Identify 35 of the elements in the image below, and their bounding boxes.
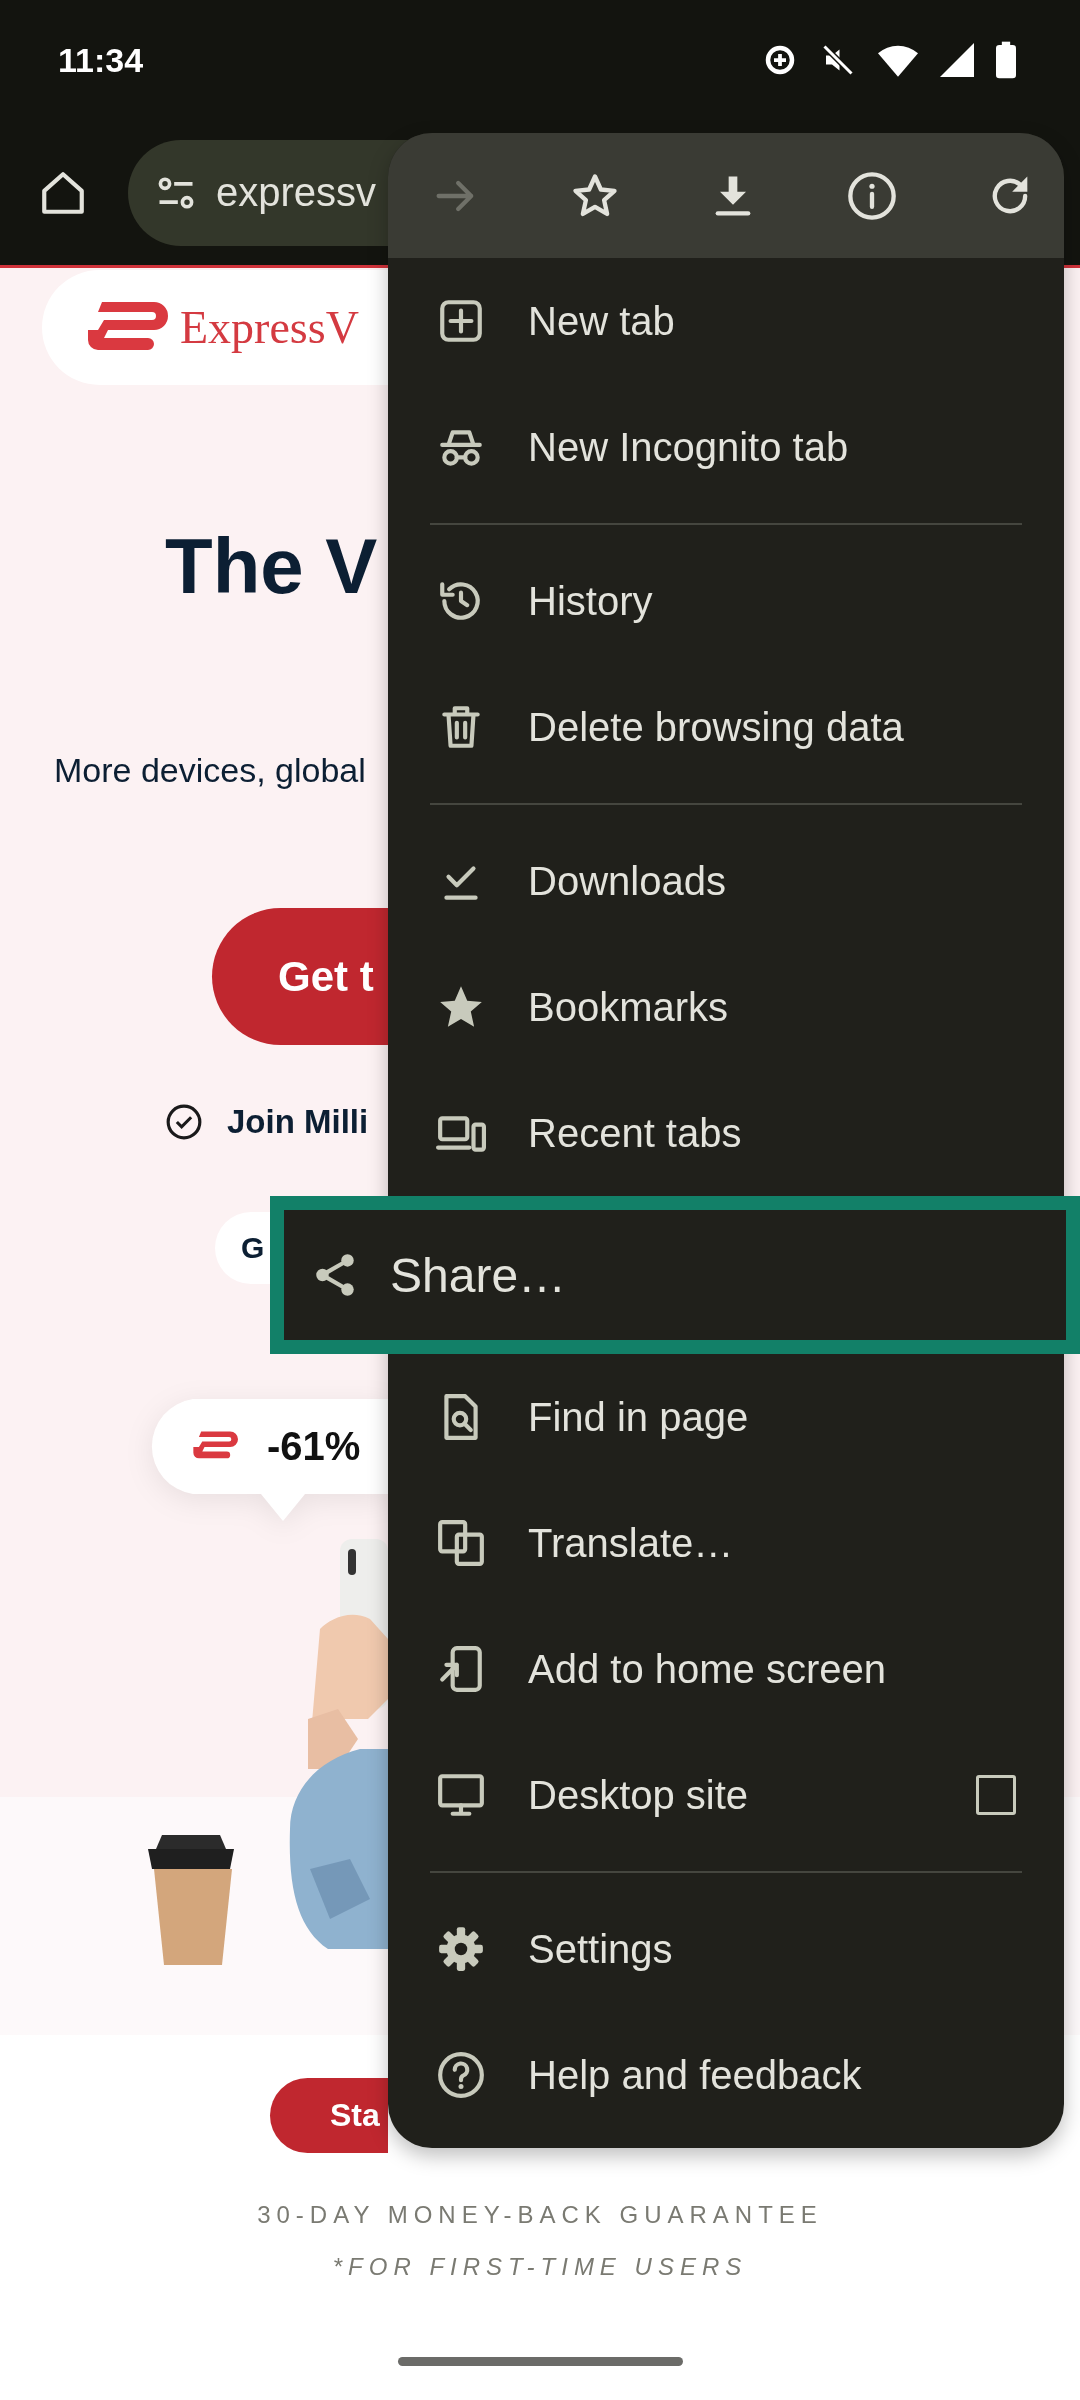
signal-icon [940, 43, 974, 77]
menu-item[interactable]: Recent tabs [388, 1070, 1064, 1196]
menu-item[interactable]: New tab [388, 258, 1064, 384]
cta-button[interactable]: Get t [212, 908, 388, 1045]
menu-item[interactable]: Delete browsing data [388, 664, 1064, 790]
mute-icon [820, 42, 856, 78]
settings-icon [436, 1924, 486, 1974]
logo-text: ExpressV [180, 301, 359, 354]
menu-item[interactable]: Translate… [388, 1480, 1064, 1606]
checkbox[interactable] [976, 1775, 1016, 1815]
info-icon[interactable] [845, 169, 898, 222]
menu-item[interactable]: History [388, 538, 1064, 664]
translate-icon [436, 1518, 486, 1568]
menu-item[interactable]: Find in page [388, 1354, 1064, 1480]
url-text: expressv [216, 170, 377, 215]
hero-subtitle: More devices, global [54, 750, 366, 791]
guarantee-text: 30-DAY MONEY-BACK GUARANTEE [257, 2201, 823, 2229]
menu-item[interactable]: Downloads [388, 818, 1064, 944]
menu-item[interactable]: Add to home screen [388, 1606, 1064, 1732]
logo-pill[interactable]: ExpressV [42, 270, 388, 385]
discount-text: -61% [267, 1423, 361, 1469]
battery-icon [996, 41, 1016, 79]
check-circle-icon [165, 1103, 203, 1141]
start-button[interactable]: Sta [270, 2078, 388, 2153]
menu-item[interactable]: Bookmarks [388, 944, 1064, 1070]
menu-item[interactable]: Help and feedback [388, 2012, 1064, 2138]
hero-heading: The V [165, 521, 378, 612]
menu-item[interactable]: Desktop site [388, 1732, 1064, 1858]
menu-item[interactable]: Settings [388, 1886, 1064, 2012]
join-text: Join Milli [227, 1103, 369, 1141]
help-icon [436, 2050, 486, 2100]
menu-item[interactable]: Share… [270, 1196, 1080, 1354]
status-time: 11:34 [58, 40, 144, 80]
footnote-text: *FOR FIRST-TIME USERS [332, 2253, 748, 2281]
menu-item[interactable]: New Incognito tab [388, 384, 1064, 510]
